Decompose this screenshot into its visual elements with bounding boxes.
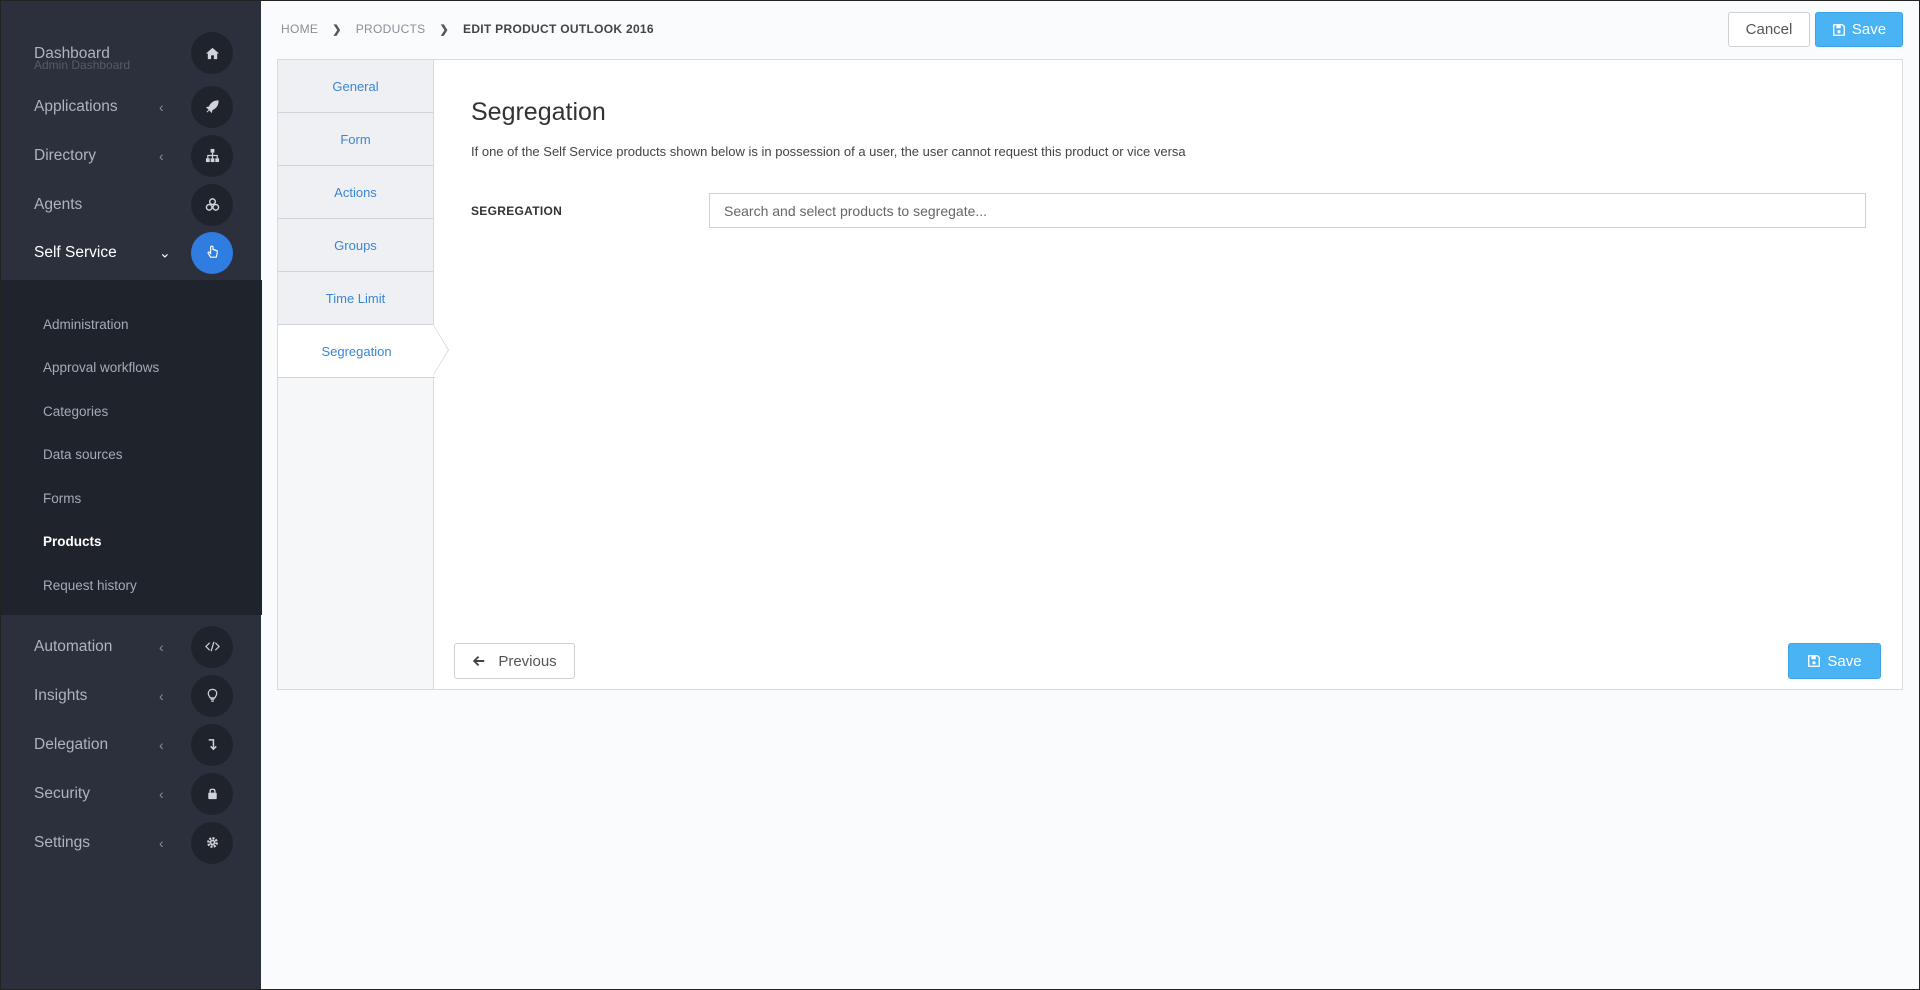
lock-icon	[191, 772, 233, 815]
breadcrumb-home[interactable]: HOME	[281, 22, 318, 36]
level-down-icon	[191, 723, 233, 766]
save-icon	[1808, 655, 1821, 667]
breadcrumb-products[interactable]: PRODUCTS	[356, 22, 426, 36]
page-description: If one of the Self Service products show…	[471, 144, 1186, 159]
chevron-left-icon: ‹	[159, 785, 164, 802]
save-button-bottom[interactable]: Save	[1788, 643, 1881, 679]
cancel-button-label: Cancel	[1745, 21, 1793, 38]
tab-general[interactable]: General	[278, 60, 433, 113]
tab-label: Time Limit	[325, 290, 386, 306]
save-icon	[1832, 23, 1845, 36]
chevron-left-icon: ‹	[159, 98, 164, 115]
home-icon	[191, 32, 233, 74]
submenu-item-administration[interactable]: Administration	[43, 317, 129, 332]
sidebar: Dashboard Admin Dashboard Applications ‹…	[0, 0, 262, 990]
chevron-right-icon: ❯	[332, 23, 342, 36]
sidebar-item-label: Applications	[34, 97, 118, 115]
sidebar-item-agents[interactable]: Agents	[1, 180, 262, 229]
sidebar-item-label: Settings	[34, 833, 91, 851]
sidebar-item-label: Delegation	[34, 735, 109, 753]
tab-groups[interactable]: Groups	[278, 219, 433, 272]
breadcrumb-current: EDIT PRODUCT OUTLOOK 2016	[463, 22, 654, 36]
sitemap-icon	[191, 134, 233, 177]
active-tab-arrow-inner	[433, 325, 448, 375]
tab-actions[interactable]: Actions	[278, 166, 433, 219]
save-button-top[interactable]: Save	[1815, 12, 1903, 47]
chevron-down-icon: ⌄	[159, 244, 171, 260]
code-icon	[191, 625, 233, 668]
cancel-button[interactable]: Cancel	[1728, 12, 1810, 47]
sidebar-item-applications[interactable]: Applications ‹	[1, 82, 262, 131]
segregation-search-input[interactable]	[709, 193, 1866, 228]
previous-button[interactable]: Previous	[454, 643, 575, 679]
sidebar-item-label: Automation	[34, 637, 113, 655]
sidebar-item-settings[interactable]: Settings ‹	[1, 818, 262, 867]
segregation-label: SEGREGATION	[471, 204, 563, 218]
tab-time-limit[interactable]: Time Limit	[278, 272, 433, 325]
submenu-item-approval-workflows[interactable]: Approval workflows	[43, 360, 159, 375]
submenu-item-categories[interactable]: Categories	[43, 404, 108, 419]
sidebar-item-label: Insights	[34, 686, 88, 704]
previous-button-label: Previous	[498, 652, 557, 670]
tab-segregation[interactable]: Segregation	[278, 325, 435, 378]
sidebar-item-directory[interactable]: Directory ‹	[1, 131, 262, 180]
submenu-item-products[interactable]: Products	[43, 534, 102, 549]
chevron-left-icon: ‹	[159, 687, 164, 704]
submenu-item-forms[interactable]: Forms	[43, 491, 81, 506]
sidebar-item-label: Self Service	[34, 243, 117, 261]
sidebar-item-insights[interactable]: Insights ‹	[1, 671, 262, 720]
tab-label: General	[332, 78, 379, 94]
sidebar-item-security[interactable]: Security ‹	[1, 769, 262, 818]
sidebar-item-delegation[interactable]: Delegation ‹	[1, 720, 262, 769]
hand-pointer-icon	[191, 231, 233, 274]
sidebar-item-self-service[interactable]: Self Service ⌄	[1, 228, 262, 277]
chevron-left-icon: ‹	[159, 834, 164, 851]
cubes-icon	[191, 183, 233, 226]
sidebar-item-automation[interactable]: Automation ‹	[1, 622, 262, 671]
save-button-label: Save	[1851, 21, 1887, 38]
submenu-item-request-history[interactable]: Request history	[43, 578, 137, 593]
lightbulb-icon	[191, 674, 233, 717]
tab-label: Actions	[334, 184, 377, 200]
tab-form[interactable]: Form	[278, 113, 433, 166]
self-service-submenu: Administration Approval workflows Catego…	[1, 280, 262, 615]
edit-product-panel: General Form Actions Groups Time Limit S…	[277, 59, 1903, 690]
sidebar-item-dashboard[interactable]: Dashboard Admin Dashboard	[1, 28, 262, 78]
tab-label: Segregation	[321, 343, 392, 359]
chevron-left-icon: ‹	[159, 638, 164, 655]
breadcrumb: HOME ❯ PRODUCTS ❯ EDIT PRODUCT OUTLOOK 2…	[281, 22, 654, 36]
sidebar-item-label: Agents	[34, 195, 83, 213]
chevron-left-icon: ‹	[159, 736, 164, 753]
wizard-tabs: General Form Actions Groups Time Limit S…	[278, 60, 435, 689]
page-title: Segregation	[471, 98, 606, 126]
arrow-left-icon	[473, 655, 485, 667]
save-button-label: Save	[1827, 652, 1862, 670]
tab-label: Groups	[334, 237, 377, 253]
chevron-right-icon: ❯	[439, 23, 450, 36]
chevron-left-icon: ‹	[159, 147, 164, 164]
sidebar-item-sublabel: Admin Dashboard	[34, 58, 131, 72]
rocket-icon	[191, 85, 233, 128]
sidebar-item-label: Security	[34, 784, 90, 802]
sidebar-item-label: Directory	[34, 146, 97, 164]
submenu-item-data-sources[interactable]: Data sources	[43, 447, 123, 462]
gear-icon	[191, 821, 233, 864]
tab-label: Form	[340, 131, 371, 147]
